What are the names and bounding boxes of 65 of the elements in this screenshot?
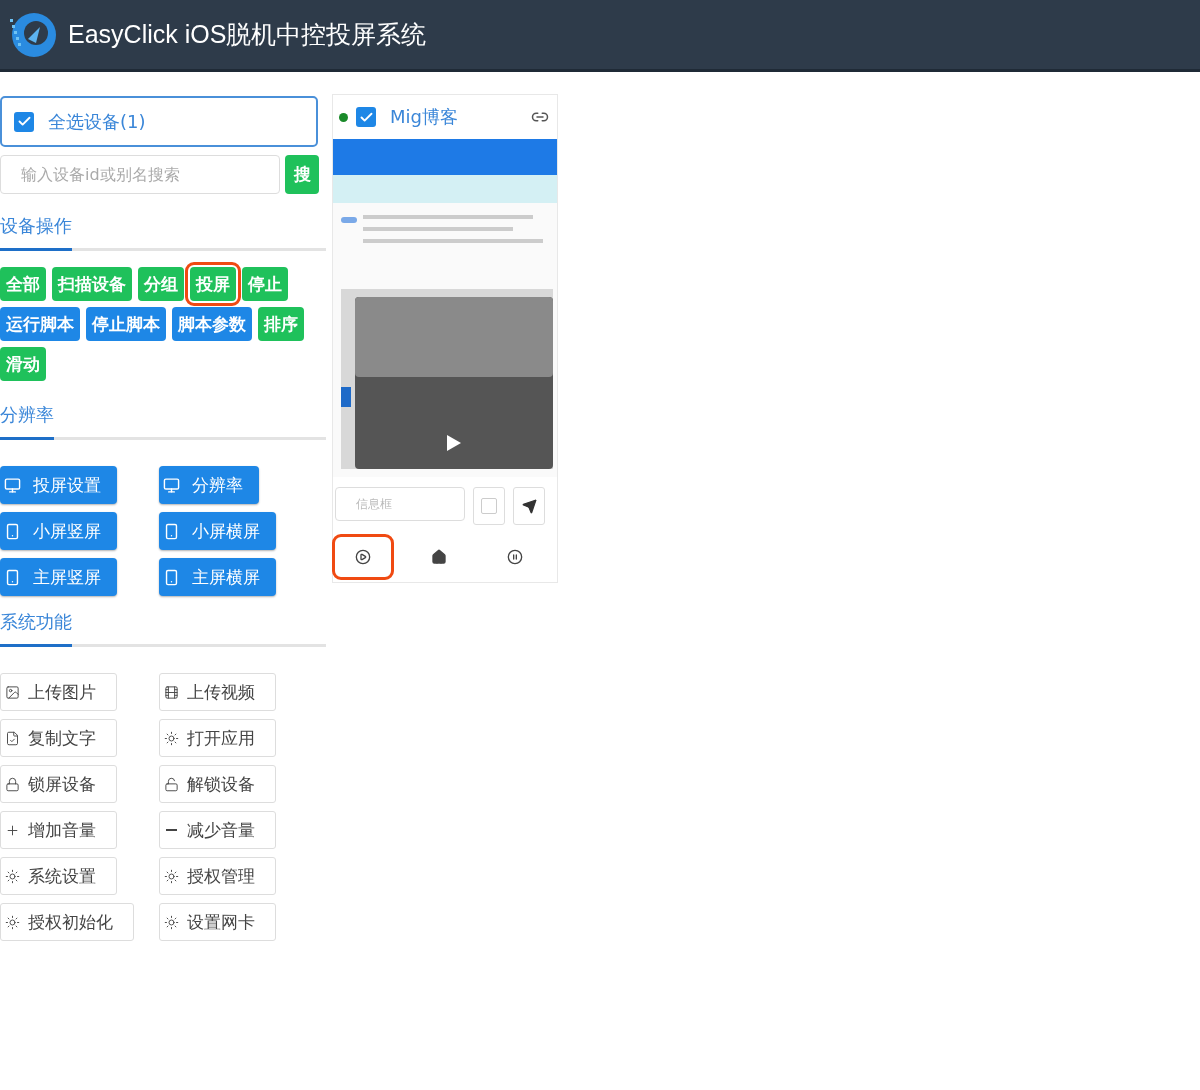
checkbox[interactable] <box>356 107 376 127</box>
play-icon <box>355 549 371 565</box>
action-button[interactable]: 停止脚本 <box>86 307 166 341</box>
resolution-button[interactable]: 分辨率 <box>159 466 259 504</box>
function-button[interactable]: 锁屏设备 <box>0 765 117 803</box>
unlock-icon <box>164 776 179 792</box>
send-icon <box>521 498 537 514</box>
select-all-checkbox[interactable]: 全选设备(1) <box>0 96 318 147</box>
function-button[interactable]: 复制文字 <box>0 719 117 757</box>
function-button[interactable]: 授权初始化 <box>0 903 134 941</box>
image-icon <box>5 684 20 700</box>
action-button[interactable]: 扫描设备 <box>52 267 132 301</box>
checkbox[interactable] <box>14 111 34 132</box>
resolution-button[interactable]: 投屏设置 <box>0 466 117 504</box>
resolution-button[interactable]: 小屏竖屏 <box>0 512 117 550</box>
section-tab[interactable]: 系统功能 <box>0 610 72 647</box>
function-button[interactable]: 解锁设备 <box>159 765 276 803</box>
search-field[interactable]: 输入设备id或别名搜索 <box>0 155 280 194</box>
action-button[interactable]: 全部 <box>0 267 46 301</box>
app-title: EasyClick iOS脱机中控投屏系统 <box>68 19 427 50</box>
sun-icon <box>5 868 20 884</box>
resolution-button[interactable]: 小屏横屏 <box>159 512 276 550</box>
search-button[interactable]: 搜 <box>285 155 319 194</box>
plus-icon <box>5 822 20 838</box>
monitor-icon <box>4 476 21 494</box>
phone-icon <box>4 568 21 586</box>
action-button[interactable]: 排序 <box>258 307 304 341</box>
home-icon <box>431 549 447 565</box>
monitor-icon <box>163 476 180 494</box>
function-button[interactable]: 增加音量 <box>0 811 117 849</box>
option-checkbox[interactable] <box>473 487 505 525</box>
function-button[interactable]: 打开应用 <box>159 719 276 757</box>
phone-icon <box>163 522 180 540</box>
message-field[interactable]: 信息框 <box>335 487 465 521</box>
section-tab[interactable]: 设备操作 <box>0 214 72 251</box>
sun-icon <box>5 914 20 930</box>
function-button[interactable]: 减少音量 <box>159 811 276 849</box>
document-icon <box>5 730 20 746</box>
function-button[interactable]: 设置网卡 <box>159 903 276 941</box>
play-button[interactable] <box>335 537 391 577</box>
action-button[interactable]: 脚本参数 <box>172 307 252 341</box>
sun-icon <box>164 868 179 884</box>
action-button[interactable]: 滑动 <box>0 347 46 381</box>
select-all-label: 全选设备(1) <box>48 109 146 134</box>
action-button[interactable]: 分组 <box>138 267 184 301</box>
function-button[interactable]: 授权管理 <box>159 857 276 895</box>
pause-icon <box>507 549 523 565</box>
function-button[interactable]: 系统设置 <box>0 857 117 895</box>
resolution-button[interactable]: 主屏竖屏 <box>0 558 117 596</box>
section-tab[interactable]: 分辨率 <box>0 403 54 440</box>
resolution-button[interactable]: 主屏横屏 <box>159 558 276 596</box>
sun-icon <box>164 914 179 930</box>
phone-icon <box>163 568 180 586</box>
phone-icon <box>4 522 21 540</box>
send-button[interactable] <box>513 487 545 525</box>
function-button[interactable]: 上传视频 <box>159 673 276 711</box>
action-button[interactable]: 运行脚本 <box>0 307 80 341</box>
minus-icon <box>166 829 177 831</box>
film-icon <box>164 684 179 700</box>
sun-icon <box>164 730 179 746</box>
action-button[interactable]: 停止 <box>242 267 288 301</box>
function-button[interactable]: 上传图片 <box>0 673 117 711</box>
lock-icon <box>5 776 20 792</box>
device-name: Mig博客 <box>390 105 459 129</box>
check-icon <box>16 114 32 129</box>
